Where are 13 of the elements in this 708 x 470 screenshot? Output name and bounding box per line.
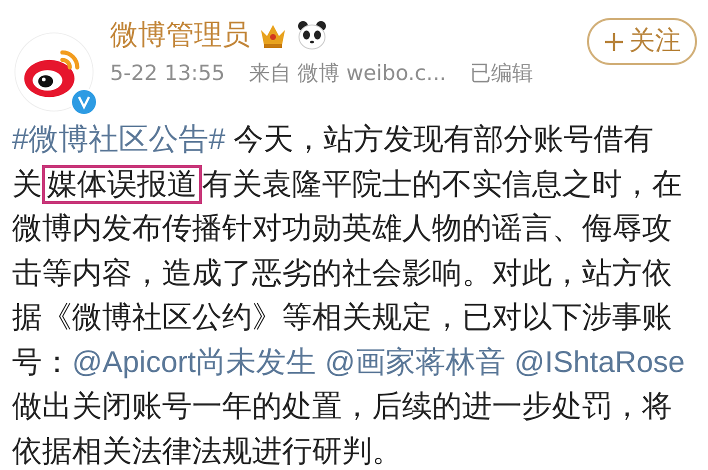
plus-icon	[603, 30, 625, 53]
edited-label: 已编辑	[470, 60, 534, 87]
mention-link[interactable]: @IShtaRose	[514, 346, 685, 378]
mention-link[interactable]: @Apicort尚未发生	[72, 346, 316, 378]
post-source: 来自 微博 weibo.c...	[248, 60, 446, 87]
user-name[interactable]: 微博管理员	[110, 18, 250, 52]
post-time: 5-22 13:55	[110, 60, 225, 87]
avatar-logo-icon[interactable]	[14, 32, 94, 112]
follow-button[interactable]: 关注	[587, 18, 697, 66]
hashtag-link[interactable]: #微博社区公告#	[12, 123, 226, 156]
post-text: #微博社区公告# 今天，站方发现有部分账号借有 关 媒体误报道 有关袁隆平院士的不实信息之时，在 微博内发布传播针对功勋英雄人物的谣言、侮辱攻 击等内容，造成了恶劣的社会影响。对此，站方依 据《微博社区公约》等相关规定，已对以下涉事账 号：@Apicort尚未发生 @画家蒋林音 @IShtaRose 做出关闭账号一年的处置，后续的进一步处罚，将 依据相关法律法规进行研判。	[11, 122, 686, 470]
mention-link[interactable]: @画家蒋林音	[324, 346, 506, 378]
panda-icon	[296, 18, 328, 51]
